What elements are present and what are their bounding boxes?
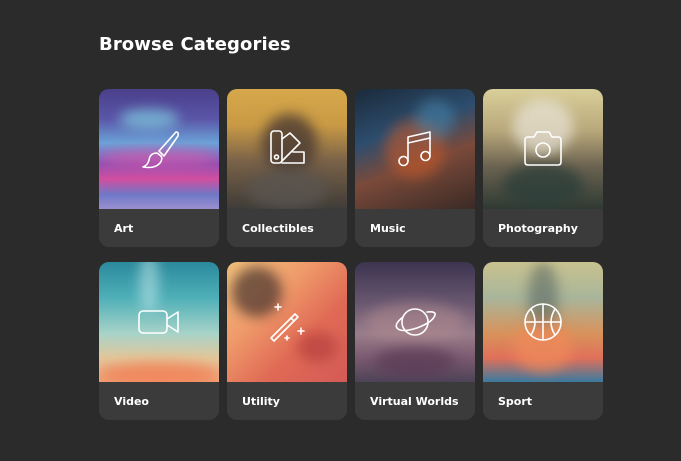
basketball-icon <box>524 303 562 341</box>
music-note-icon <box>398 131 431 167</box>
video-camera-icon <box>138 310 179 334</box>
magic-wand-icon <box>270 303 305 342</box>
planet-icon <box>395 308 436 336</box>
category-card-photography[interactable]: Photography <box>483 89 603 247</box>
category-label: Sport <box>498 394 533 408</box>
category-label: Utility <box>242 394 280 408</box>
category-label: Art <box>114 221 134 235</box>
category-image <box>99 89 219 209</box>
page-title: Browse Categories <box>99 34 291 55</box>
color-swatch-icon <box>270 130 305 164</box>
category-label: Photography <box>498 221 578 235</box>
paintbrush-icon <box>142 131 180 169</box>
category-image <box>99 262 219 382</box>
category-image <box>227 262 347 382</box>
category-image <box>483 262 603 382</box>
category-label: Collectibles <box>242 221 314 235</box>
camera-icon <box>524 131 562 166</box>
category-label: Virtual Worlds <box>370 394 459 408</box>
browse-categories-page: Browse Categories Art Collectibles Music… <box>0 0 681 461</box>
category-card-utility[interactable]: Utility <box>227 262 347 420</box>
category-label: Music <box>370 221 406 235</box>
category-card-virtual-worlds[interactable]: Virtual Worlds <box>355 262 475 420</box>
category-card-sport[interactable]: Sport <box>483 262 603 420</box>
category-image <box>483 89 603 209</box>
category-card-music[interactable]: Music <box>355 89 475 247</box>
category-card-video[interactable]: Video <box>99 262 219 420</box>
category-image <box>355 262 475 382</box>
category-card-art[interactable]: Art <box>99 89 219 247</box>
category-image <box>227 89 347 209</box>
category-card-collectibles[interactable]: Collectibles <box>227 89 347 247</box>
category-grid: Art Collectibles Music Photography Video… <box>99 89 603 420</box>
category-label: Video <box>114 394 149 408</box>
category-image <box>355 89 475 209</box>
